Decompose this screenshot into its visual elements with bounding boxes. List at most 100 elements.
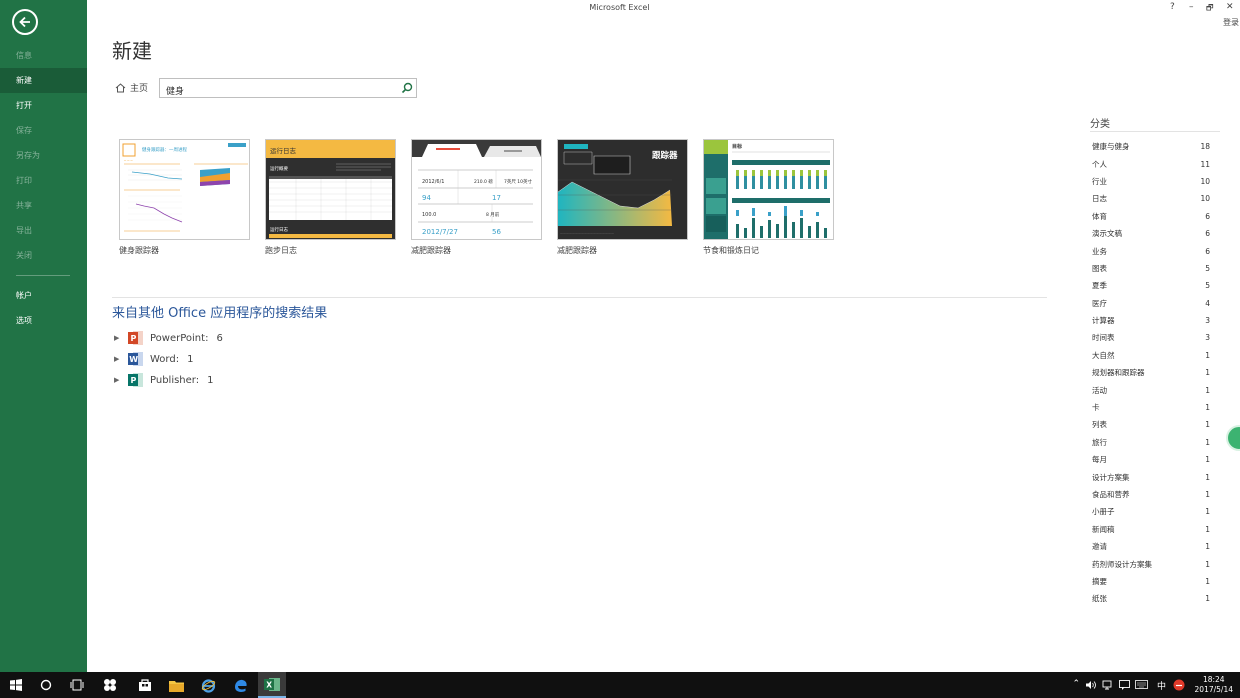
result-powerpoint[interactable]: ▶ P PowerPoint: 6 [114,330,223,346]
home-label: 主页 [130,84,149,94]
start-icon[interactable] [9,677,23,693]
template-card[interactable]: 运行日志 运行概要 运行日志 跑步日志 [265,139,396,256]
expand-caret-icon[interactable]: ▶ [114,355,124,363]
store-icon[interactable] [137,677,153,693]
edge-icon[interactable] [232,677,248,693]
search-icon[interactable] [401,82,413,94]
windows-taskbar: X ⌃ 中 18:24 2017/5/14 [0,672,1240,698]
excel-taskbar-button[interactable]: X [258,672,286,698]
thumb-num-a: 94 [422,194,431,202]
category-item[interactable]: 时间表 3 [1092,329,1210,346]
thumb-date-end: 2012/7/27 [422,228,458,236]
nav-new[interactable]: 新建 [0,68,87,93]
category-item[interactable]: 业务 6 [1092,242,1210,259]
floating-assistant-icon[interactable] [1226,425,1240,451]
result-publisher[interactable]: ▶ P Publisher: 1 [114,372,213,388]
nav-options[interactable]: 选项 [0,308,87,333]
home-link[interactable]: 主页 [115,81,148,94]
category-item[interactable]: 食品和营养 1 [1092,486,1210,503]
category-item[interactable]: 计算器 3 [1092,312,1210,329]
nav-save-as[interactable]: 另存为 [0,143,87,168]
word-icon: W [128,351,144,367]
tray-expand-icon[interactable]: ⌃ [1072,679,1080,689]
expand-caret-icon[interactable]: ▶ [114,334,124,342]
category-item[interactable]: 行业 10 [1092,173,1210,190]
category-item[interactable]: 图表 5 [1092,260,1210,277]
thumb-num-d: 8 月前 [486,211,500,218]
volume-icon[interactable] [1086,680,1096,690]
category-item[interactable]: 每月 1 [1092,451,1210,468]
nav-share[interactable]: 共享 [0,193,87,218]
category-name: 小册子 [1092,507,1115,517]
help-button[interactable]: ? [1170,2,1175,12]
template-card[interactable]: 2012/6/1 210.0 磅 7英尺 10英寸 94 17 100.0 8 … [411,139,542,256]
category-name: 纸张 [1092,594,1107,604]
notification-icon[interactable] [1119,680,1130,690]
ie-icon[interactable] [200,677,216,693]
search-input[interactable] [160,81,390,100]
category-item[interactable]: 纸张 1 [1092,590,1210,607]
nav-open[interactable]: 打开 [0,93,87,118]
category-item[interactable]: 新闻稿 1 [1092,521,1210,538]
backstage-sidebar: 信息 新建 打开 保存 另存为 打印 共享 导出 关闭 帐户 选项 [0,0,87,672]
template-thumbnail: 目标 [703,139,834,240]
excel-backstage: 信息 新建 打开 保存 另存为 打印 共享 导出 关闭 帐户 选项 Micros… [0,0,1240,672]
category-item[interactable]: 演示文稿 6 [1092,225,1210,242]
category-count: 1 [1205,368,1210,378]
template-card[interactable]: 健身跟踪器：一周进程 ─ ─ ─ 健身跟踪器 [119,139,250,256]
task-view-icon[interactable] [70,677,84,693]
nav-info[interactable]: 信息 [0,43,87,68]
template-card[interactable]: 跟踪器 —————————————————— 减肥跟踪器 [557,139,688,256]
nav-print[interactable]: 打印 [0,168,87,193]
category-count: 5 [1205,263,1210,273]
category-item[interactable]: 体育 6 [1092,208,1210,225]
category-item[interactable]: 列表 1 [1092,416,1210,433]
category-item[interactable]: 设计方案集 1 [1092,468,1210,485]
nav-save[interactable]: 保存 [0,118,87,143]
category-item[interactable]: 个人 11 [1092,155,1210,172]
restore-button[interactable]: 🗗 [1206,2,1214,16]
window-title: Microsoft Excel [589,3,650,12]
category-name: 设计方案集 [1092,472,1130,482]
template-card[interactable]: 目标 节食和锻炼日记 [703,139,834,256]
minimize-button[interactable]: – [1189,2,1194,12]
powerpoint-icon: P [128,330,144,346]
category-item[interactable]: 规划器和跟踪器 1 [1092,364,1210,381]
close-button[interactable]: ✕ [1226,2,1234,12]
back-button[interactable] [12,9,38,35]
keyboard-icon[interactable] [1135,680,1148,689]
category-item[interactable]: 摘要 1 [1092,573,1210,590]
category-item[interactable]: 药剂师设计方案集 1 [1092,555,1210,572]
category-item[interactable]: 夏季 5 [1092,277,1210,294]
category-item[interactable]: 医疗 4 [1092,295,1210,312]
nav-close[interactable]: 关闭 [0,243,87,268]
result-word[interactable]: ▶ W Word: 1 [114,351,193,367]
antivirus-icon[interactable] [1173,679,1185,691]
category-item[interactable]: 卡1 [1092,399,1210,416]
category-name: 演示文稿 [1092,229,1122,239]
category-item[interactable]: 旅行 1 [1092,434,1210,451]
category-item[interactable]: 小册子 1 [1092,503,1210,520]
category-count: 3 [1205,333,1210,343]
signin-link[interactable]: 登录 [1223,17,1239,28]
network-icon[interactable] [1102,680,1114,690]
app-shortcut-icon[interactable] [102,677,118,693]
category-name: 邀请 [1092,542,1107,552]
template-label: 节食和锻炼日记 [703,246,759,255]
ime-indicator[interactable]: 中 [1157,679,1166,692]
taskbar-clock[interactable]: 18:24 2017/5/14 [1195,675,1233,695]
category-item[interactable]: 日志 10 [1092,190,1210,207]
cortana-icon[interactable] [39,677,53,693]
template-thumbnail: 跟踪器 —————————————————— [557,139,688,240]
expand-caret-icon[interactable]: ▶ [114,376,124,384]
category-item[interactable]: 健康与健身 18 [1092,138,1210,155]
nav-export[interactable]: 导出 [0,218,87,243]
category-item[interactable]: 邀请 1 [1092,538,1210,555]
nav-account[interactable]: 帐户 [0,283,87,308]
file-explorer-icon[interactable] [168,677,184,693]
category-count: 1 [1205,420,1210,430]
category-item[interactable]: 活动 1 [1092,381,1210,398]
title-bar: Microsoft Excel ? – 🗗 ✕ 登录 [87,0,1240,27]
category-item[interactable]: 大自然 1 [1092,347,1210,364]
category-count: 1 [1205,437,1210,447]
